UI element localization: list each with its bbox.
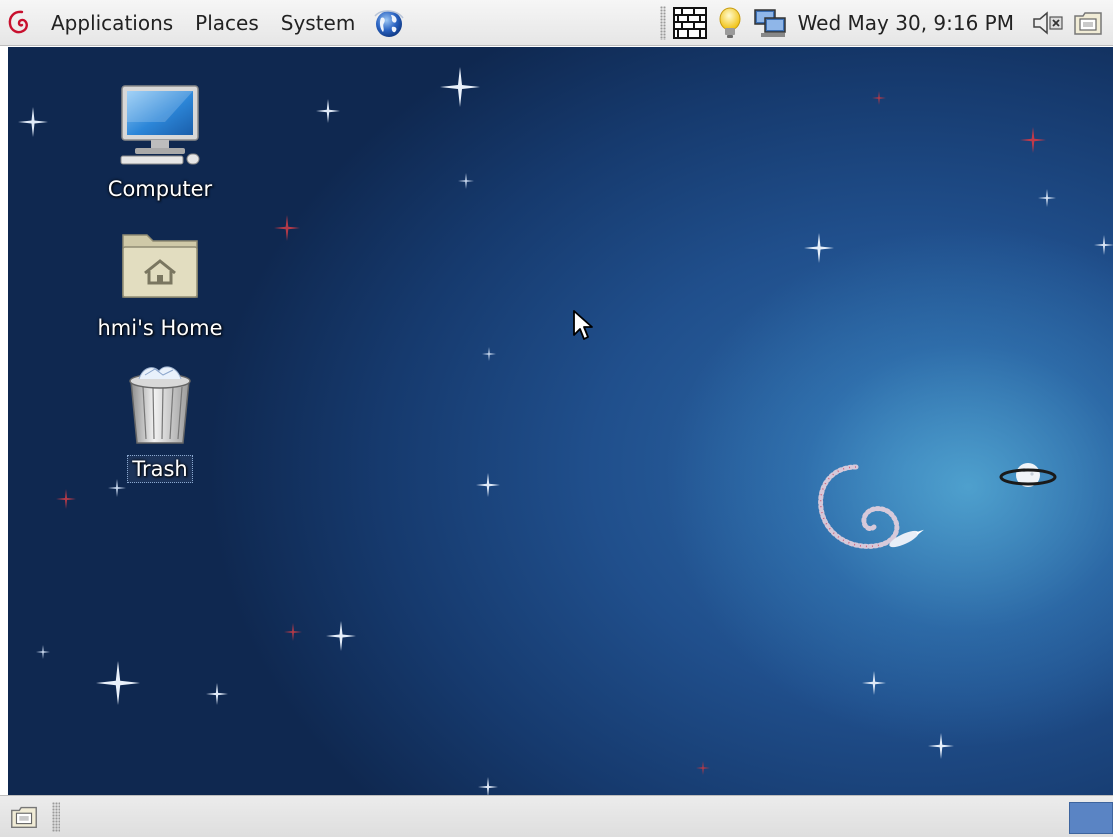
tray-drag-handle[interactable] <box>659 6 666 40</box>
lightbulb-icon[interactable] <box>713 6 747 40</box>
show-desktop-icon <box>11 806 37 829</box>
star-decoration <box>476 473 500 497</box>
desktop-icon-label: Trash <box>127 455 193 483</box>
star-decoration <box>316 99 340 123</box>
window-list-drag-handle[interactable] <box>52 802 60 832</box>
top-panel: Applications Places System Wed May 30, 9… <box>0 0 1113 46</box>
desktop-icon-computer[interactable]: Computer <box>90 82 230 202</box>
star-decoration <box>1038 189 1056 207</box>
star-decoration <box>36 645 50 659</box>
firewall-brick-icon[interactable] <box>672 6 707 40</box>
show-desktop-button[interactable] <box>8 801 40 833</box>
star-decoration <box>928 733 954 759</box>
star-decoration <box>1094 235 1113 255</box>
places-menu[interactable]: Places <box>184 0 270 46</box>
star-decoration <box>96 661 140 705</box>
desktop-icon-trash[interactable]: Trash <box>90 361 230 483</box>
volume-icon[interactable] <box>1031 6 1065 40</box>
desktop-icon-label: hmi's Home <box>97 316 223 340</box>
clock[interactable]: Wed May 30, 9:16 PM <box>798 11 1014 35</box>
debian-swirl-wallpaper-logo <box>818 464 924 549</box>
web-browser-globe-icon[interactable] <box>372 6 406 40</box>
desktop-left-edge <box>0 47 8 795</box>
planet-decoration <box>999 463 1057 487</box>
computer-icon <box>115 82 205 172</box>
show-desktop-icon[interactable] <box>1071 6 1105 40</box>
mouse-cursor-icon <box>573 310 593 340</box>
desktop-icon-label: Computer <box>107 177 213 201</box>
star-decoration <box>872 91 886 105</box>
system-menu[interactable]: System <box>270 0 367 46</box>
notification-area: Wed May 30, 9:16 PM <box>659 0 1113 46</box>
star-decoration <box>18 107 48 137</box>
debian-swirl-icon[interactable] <box>0 0 40 46</box>
star-decoration <box>1020 127 1046 153</box>
star-decoration <box>696 761 710 775</box>
trash-icon <box>115 361 205 451</box>
star-decoration <box>862 671 886 695</box>
network-icon[interactable] <box>753 6 787 40</box>
star-decoration <box>326 621 356 651</box>
bottom-panel <box>0 795 1113 837</box>
applications-menu[interactable]: Applications <box>40 0 184 46</box>
star-decoration <box>440 67 480 107</box>
desktop-background[interactable]: Computer hmi's Home Trash <box>8 47 1113 795</box>
star-decoration <box>478 777 498 795</box>
star-decoration <box>284 623 302 641</box>
star-decoration <box>274 215 300 241</box>
home-folder-icon <box>115 221 205 311</box>
star-decoration <box>56 489 76 509</box>
desktop-icon-home[interactable]: hmi's Home <box>90 221 230 341</box>
star-decoration <box>458 173 474 189</box>
workspace-switcher[interactable] <box>1069 802 1113 834</box>
star-decoration <box>804 233 834 263</box>
star-decoration <box>206 683 228 705</box>
star-decoration <box>482 347 496 361</box>
